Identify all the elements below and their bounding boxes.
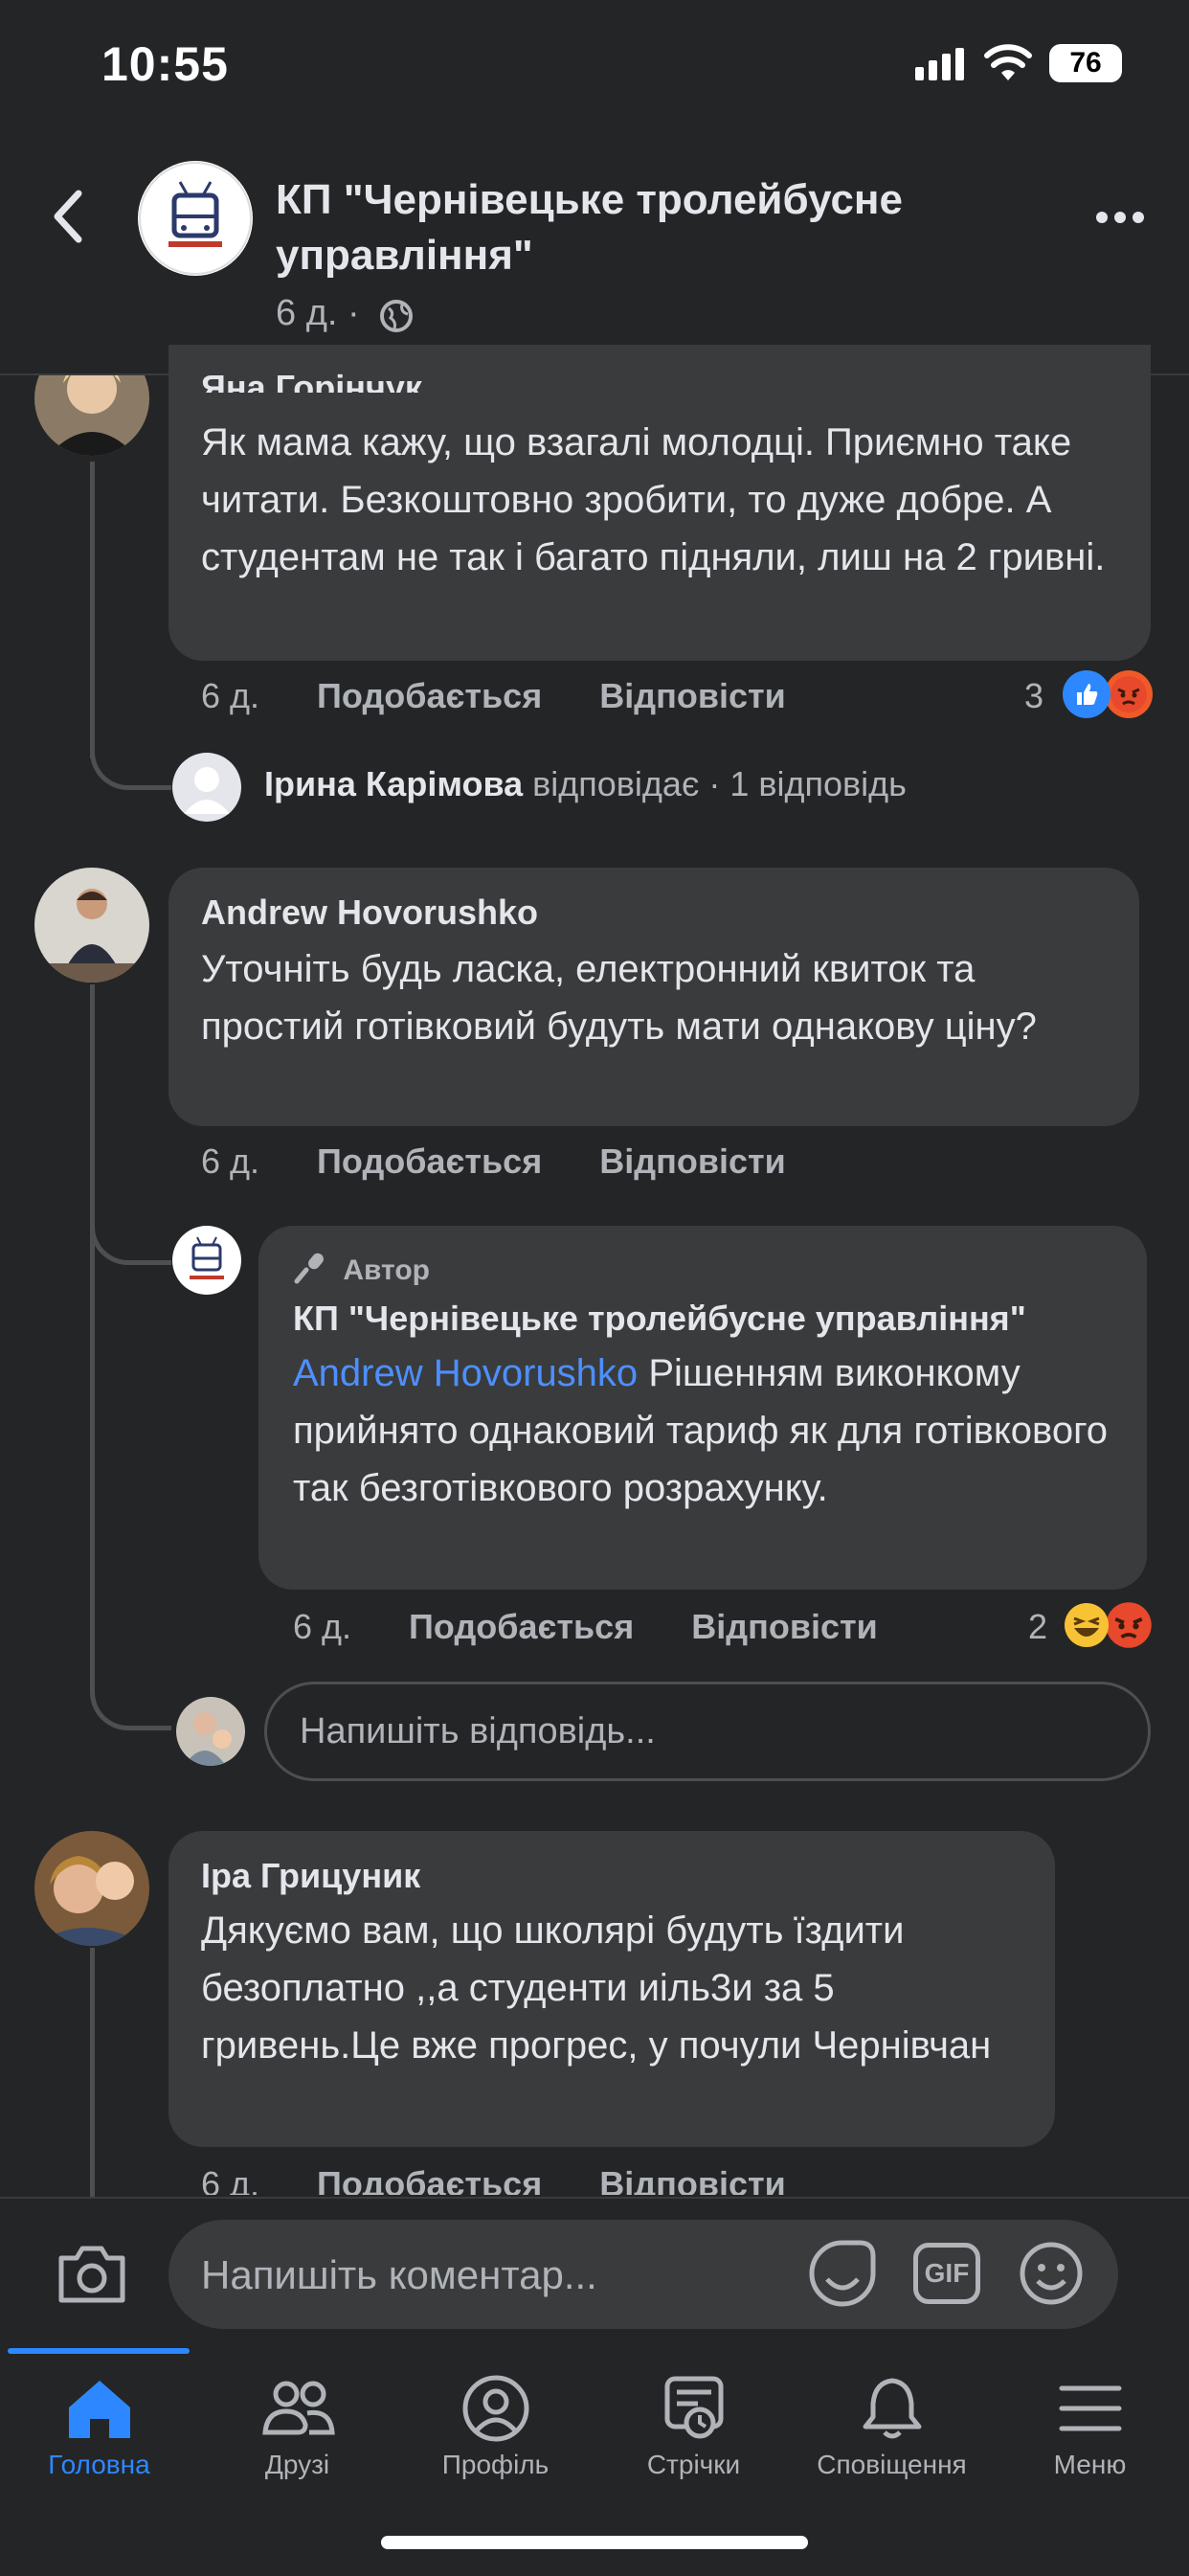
- wifi-icon: [984, 44, 1032, 82]
- more-options-icon[interactable]: [1095, 211, 1145, 224]
- author-badge-label: Автор: [343, 1254, 431, 1286]
- comment-text-start: Рішенням: [648, 1352, 824, 1394]
- avatar[interactable]: [172, 1226, 241, 1295]
- feeds-icon: [656, 2375, 732, 2442]
- reply-button[interactable]: Відповісти: [691, 1607, 878, 1646]
- signal-icon: [915, 48, 967, 80]
- home-icon: [61, 2375, 138, 2442]
- page-title[interactable]: КП "Чернівецьке тролейбусне управління": [276, 172, 1003, 283]
- reply-preview[interactable]: Ірина Карімова відповідає · 1 відповідь: [264, 764, 907, 804]
- comment-author[interactable]: Andrew Hovorushko: [201, 893, 538, 933]
- back-icon[interactable]: [48, 188, 86, 245]
- angry-reaction-icon: [1105, 670, 1153, 718]
- comment-time: 6 д.: [293, 1607, 352, 1646]
- comment-text: Як мама кажу, що взагалі молодці. Приємн…: [201, 421, 1106, 578]
- comment-actions: 6 д. Подобається Відповісти: [201, 1141, 834, 1182]
- thread-connector: [90, 1203, 171, 1265]
- author-badge: Автор: [293, 1251, 430, 1287]
- reply-button[interactable]: Відповісти: [599, 676, 786, 715]
- tab-label: Головна: [48, 2450, 150, 2479]
- like-button[interactable]: Подобається: [317, 2164, 542, 2195]
- post-time: 6 д. ·: [276, 293, 360, 333]
- angry-reaction-icon: [1105, 1601, 1153, 1649]
- gif-label: GIF: [924, 2258, 970, 2288]
- page-avatar[interactable]: [138, 161, 253, 276]
- avatar[interactable]: [34, 868, 149, 983]
- tab-label: Друзі: [264, 2450, 330, 2479]
- reply-author[interactable]: Ірина Карімова: [264, 764, 523, 803]
- comment-actions: 6 д. Подобається Відповісти: [293, 1607, 926, 1647]
- post-meta: 6 д. ·: [276, 293, 360, 334]
- comment-author[interactable]: КП "Чернівецьке тролейбусне управління": [293, 1299, 1026, 1339]
- tab-label: Стрічки: [646, 2450, 741, 2479]
- avatar[interactable]: [176, 1697, 245, 1766]
- mention-link[interactable]: Andrew Hovorushko: [293, 1352, 638, 1394]
- active-tab-indicator: [8, 2348, 190, 2354]
- tab-profile[interactable]: Профіль: [396, 2369, 594, 2513]
- comment-author[interactable]: Іра Грицуник: [201, 1856, 420, 1896]
- menu-icon: [1052, 2375, 1129, 2442]
- reply-input-placeholder: Напишіть відповідь...: [300, 1711, 656, 1751]
- comment-actions: 6 д. Подобається Відповісти: [201, 2164, 834, 2195]
- comment-text: Дякуємо вам, що школярі будуть їздити бе…: [201, 1909, 992, 2067]
- tab-label: Профіль: [441, 2450, 550, 2479]
- friends-icon: [259, 2375, 336, 2442]
- home-indicator: [381, 2536, 808, 2549]
- reply-button[interactable]: Відповісти: [599, 1141, 786, 1181]
- tab-label: Меню: [1053, 2450, 1127, 2479]
- globe-icon: [379, 299, 414, 333]
- reaction-count[interactable]: 2: [1028, 1607, 1047, 1647]
- thread-connector: [90, 728, 171, 790]
- reply-input[interactable]: Напишіть відповідь...: [264, 1682, 1151, 1781]
- comment-time: 6 д.: [201, 676, 260, 715]
- gif-icon[interactable]: GIF: [913, 2243, 980, 2304]
- comment-input-placeholder: Напишіть коментар...: [201, 2252, 597, 2297]
- thread-line: [90, 462, 95, 758]
- profile-icon: [458, 2375, 534, 2442]
- comment-time: 6 д.: [201, 1141, 260, 1181]
- tab-notifications[interactable]: Сповіщення: [793, 2369, 991, 2513]
- reply-verb: відповідає: [532, 764, 700, 803]
- comment-time: 6 д.: [201, 2164, 260, 2195]
- tab-menu[interactable]: Меню: [991, 2369, 1189, 2513]
- tab-friends[interactable]: Друзі: [198, 2369, 396, 2513]
- thread-line: [90, 984, 95, 1693]
- avatar[interactable]: [34, 1831, 149, 1946]
- like-button[interactable]: Подобається: [317, 1141, 542, 1181]
- comment-text: Уточніть будь ласка, електронний квиток …: [201, 948, 1037, 1048]
- status-time: 10:55: [101, 37, 229, 91]
- like-button[interactable]: Подобається: [409, 1607, 634, 1646]
- reply-button[interactable]: Відповісти: [599, 2164, 786, 2195]
- microphone-icon: [293, 1251, 327, 1285]
- tab-feeds[interactable]: Стрічки: [594, 2369, 793, 2513]
- tab-label: Сповіщення: [817, 2450, 967, 2479]
- camera-icon[interactable]: [56, 2243, 128, 2306]
- avatar-sticker-icon[interactable]: [806, 2237, 879, 2310]
- comment-actions: 6 д. Подобається Відповісти: [201, 676, 834, 716]
- thread-line: [90, 1948, 95, 2197]
- tab-home[interactable]: Головна: [0, 2369, 198, 2513]
- haha-reaction-icon: [1063, 1601, 1110, 1649]
- bell-icon: [854, 2375, 931, 2442]
- battery-indicator: 76: [1049, 44, 1122, 82]
- comment-text: Andrew Hovorushko Рішенням виконкому при…: [293, 1344, 1126, 1517]
- reaction-count[interactable]: 3: [1024, 676, 1043, 716]
- like-reaction-icon: [1063, 670, 1110, 718]
- emoji-icon[interactable]: [1019, 2241, 1084, 2306]
- reply-count[interactable]: · 1 відповідь: [708, 764, 907, 803]
- thread-connector: [90, 1666, 171, 1730]
- avatar[interactable]: [172, 753, 241, 822]
- like-button[interactable]: Подобається: [317, 676, 542, 715]
- comment-author[interactable]: Яна Горінчук: [201, 364, 422, 393]
